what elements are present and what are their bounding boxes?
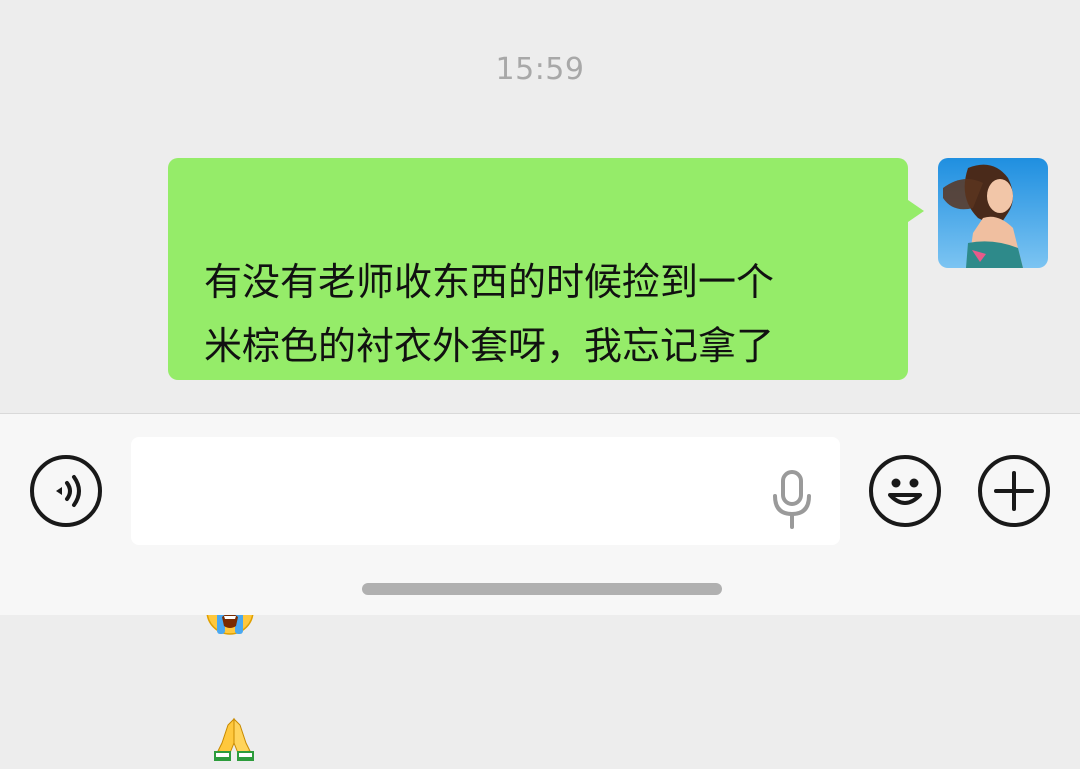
message-input[interactable]: [131, 437, 840, 545]
emoji-button[interactable]: [869, 455, 941, 527]
input-bar: [0, 413, 1080, 615]
voice-toggle-button[interactable]: [30, 455, 102, 527]
message-timestamp: 15:59: [495, 52, 585, 87]
smiley-icon: [888, 478, 922, 505]
microphone-icon[interactable]: [770, 470, 814, 530]
home-indicator[interactable]: [362, 583, 722, 595]
avatar[interactable]: [938, 158, 1048, 268]
voice-toggle-icon: [56, 475, 81, 507]
message-bubble[interactable]: 有没有老师收东西的时候捡到一个 米棕色的衬衣外套呀，我忘记拿了: [168, 158, 908, 761]
avatar-image: [938, 158, 1048, 268]
message-row: 有没有老师收东西的时候捡到一个 米棕色的衬衣外套呀，我忘记拿了: [148, 158, 1048, 761]
bubble-tail: [908, 200, 924, 222]
plus-icon: [994, 471, 1034, 511]
chat-area[interactable]: 15:59 有没有老师收东西的时候捡到一个 米棕色的衬衣外套呀，我忘记拿了: [0, 0, 1080, 761]
more-button[interactable]: [978, 455, 1050, 527]
message-text: 有没有老师收东西的时候捡到一个 米棕色的衬衣外套呀，我忘记拿了: [204, 260, 775, 368]
folded-hands-icon: [214, 717, 254, 761]
